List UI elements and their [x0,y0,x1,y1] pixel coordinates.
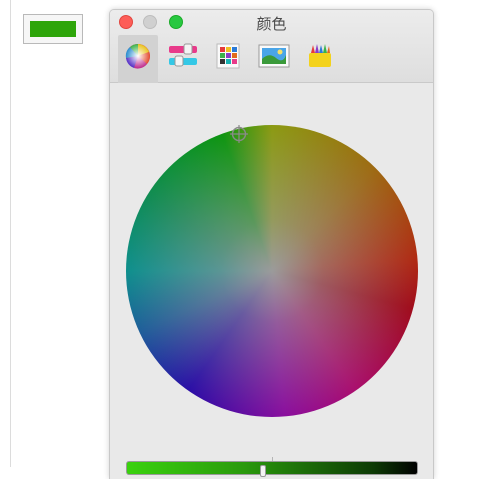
color-wheel-area [110,84,433,456]
titlebar: 颜色 [110,10,433,83]
color-picker-crosshair-icon[interactable] [229,124,249,144]
color-well[interactable] [23,14,83,44]
image-palettes-icon [258,44,290,68]
page-divider [10,0,11,467]
tab-color-sliders[interactable] [163,35,203,83]
tab-image-palettes[interactable] [253,35,293,83]
color-wheel[interactable] [126,125,418,417]
tab-color-palettes[interactable] [208,35,248,83]
color-wheel-icon [125,43,150,69]
colors-panel: 颜色 [109,9,434,479]
tab-color-wheel[interactable] [118,35,158,83]
selected-color-swatch [30,21,76,37]
tab-pencils[interactable] [300,35,340,83]
color-sliders-icon [169,43,197,67]
pencils-icon [309,44,331,67]
color-palettes-icon [216,43,240,69]
window-title: 颜色 [256,16,287,33]
brightness-slider[interactable] [126,461,418,475]
